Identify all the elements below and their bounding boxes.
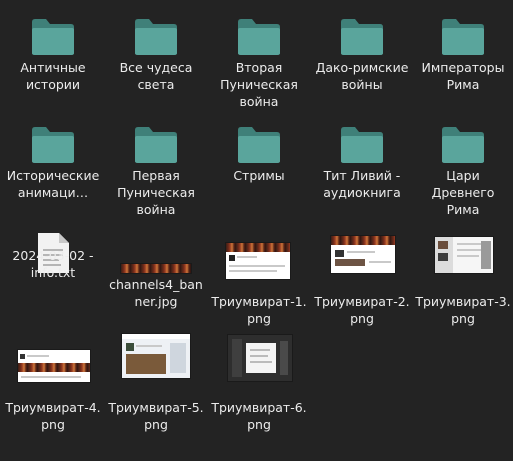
folder-icon [14, 12, 92, 62]
text-file-item[interactable]: 2024-03-02 - info.txt [4, 224, 102, 336]
image-file-item[interactable]: Триумвират-3.png [414, 224, 512, 336]
file-name: Триумвират-3.png [415, 294, 511, 326]
file-name: Триумвират-4.png [5, 400, 101, 432]
file-name: Стримы [233, 168, 285, 183]
folder-item[interactable]: Первая Пуническая война [107, 114, 205, 226]
file-name: Триумвират-1.png [211, 294, 307, 326]
file-name: Все чудеса света [119, 60, 193, 92]
image-file-item[interactable]: Триумвират-4.png [4, 340, 102, 452]
folder-item[interactable]: Все чудеса света [107, 6, 205, 118]
file-name: Триумвират-5.png [108, 400, 204, 432]
image-thumbnail [121, 264, 191, 273]
folder-item[interactable]: Стримы [210, 114, 308, 226]
image-thumbnail [226, 243, 290, 279]
image-file-item[interactable]: channels4_banner.jpg [107, 224, 205, 336]
folder-item[interactable]: Исторические анимаци… [4, 114, 102, 226]
file-name: channels4_banner.jpg [109, 277, 203, 309]
file-name: Триумвират-6.png [211, 400, 307, 432]
folder-item[interactable]: Тит Ливий - аудиокнига [313, 114, 411, 226]
folder-icon [323, 120, 401, 170]
file-name: Триумвират-2.png [314, 294, 410, 326]
folder-icon [424, 12, 502, 62]
folder-icon [220, 120, 298, 170]
image-thumbnail [435, 237, 493, 273]
folder-item[interactable]: Античные истории [4, 6, 102, 118]
folder-icon [323, 12, 401, 62]
file-name: Вторая Пуническая война [220, 60, 298, 109]
folder-icon [117, 12, 195, 62]
folder-item[interactable]: Вторая Пуническая война [210, 6, 308, 118]
file-name: Императоры Рима [421, 60, 505, 92]
image-file-item[interactable]: Триумвират-6.png [210, 335, 308, 452]
file-name: Тит Ливий - аудиокнига [323, 168, 401, 200]
file-name: Цари Древнего Рима [431, 168, 495, 217]
image-file-item[interactable]: Триумвират-1.png [210, 224, 308, 336]
folder-icon [117, 120, 195, 170]
folder-icon [220, 12, 298, 62]
image-thumbnail [122, 334, 190, 378]
file-name: 2024-03-02 - info.txt [12, 248, 94, 280]
image-thumbnail [18, 350, 90, 382]
file-name: Исторические анимаци… [6, 168, 100, 200]
folder-item[interactable]: Императоры Рима [414, 6, 512, 118]
image-file-item[interactable]: Триумвират-5.png [107, 334, 205, 452]
image-thumbnail [331, 236, 395, 273]
file-grid: Античные истории Все чудеса света Вторая… [0, 0, 513, 461]
image-file-item[interactable]: Триумвират-2.png [313, 224, 411, 336]
file-name: Дако-римские войны [315, 60, 409, 92]
folder-item[interactable]: Дако-римские войны [313, 6, 411, 118]
folder-icon [424, 120, 502, 170]
folder-icon [14, 120, 92, 170]
file-name: Первая Пуническая война [117, 168, 195, 217]
folder-item[interactable]: Цари Древнего Рима [414, 114, 512, 226]
file-name: Античные истории [20, 60, 86, 92]
image-thumbnail [228, 335, 292, 381]
